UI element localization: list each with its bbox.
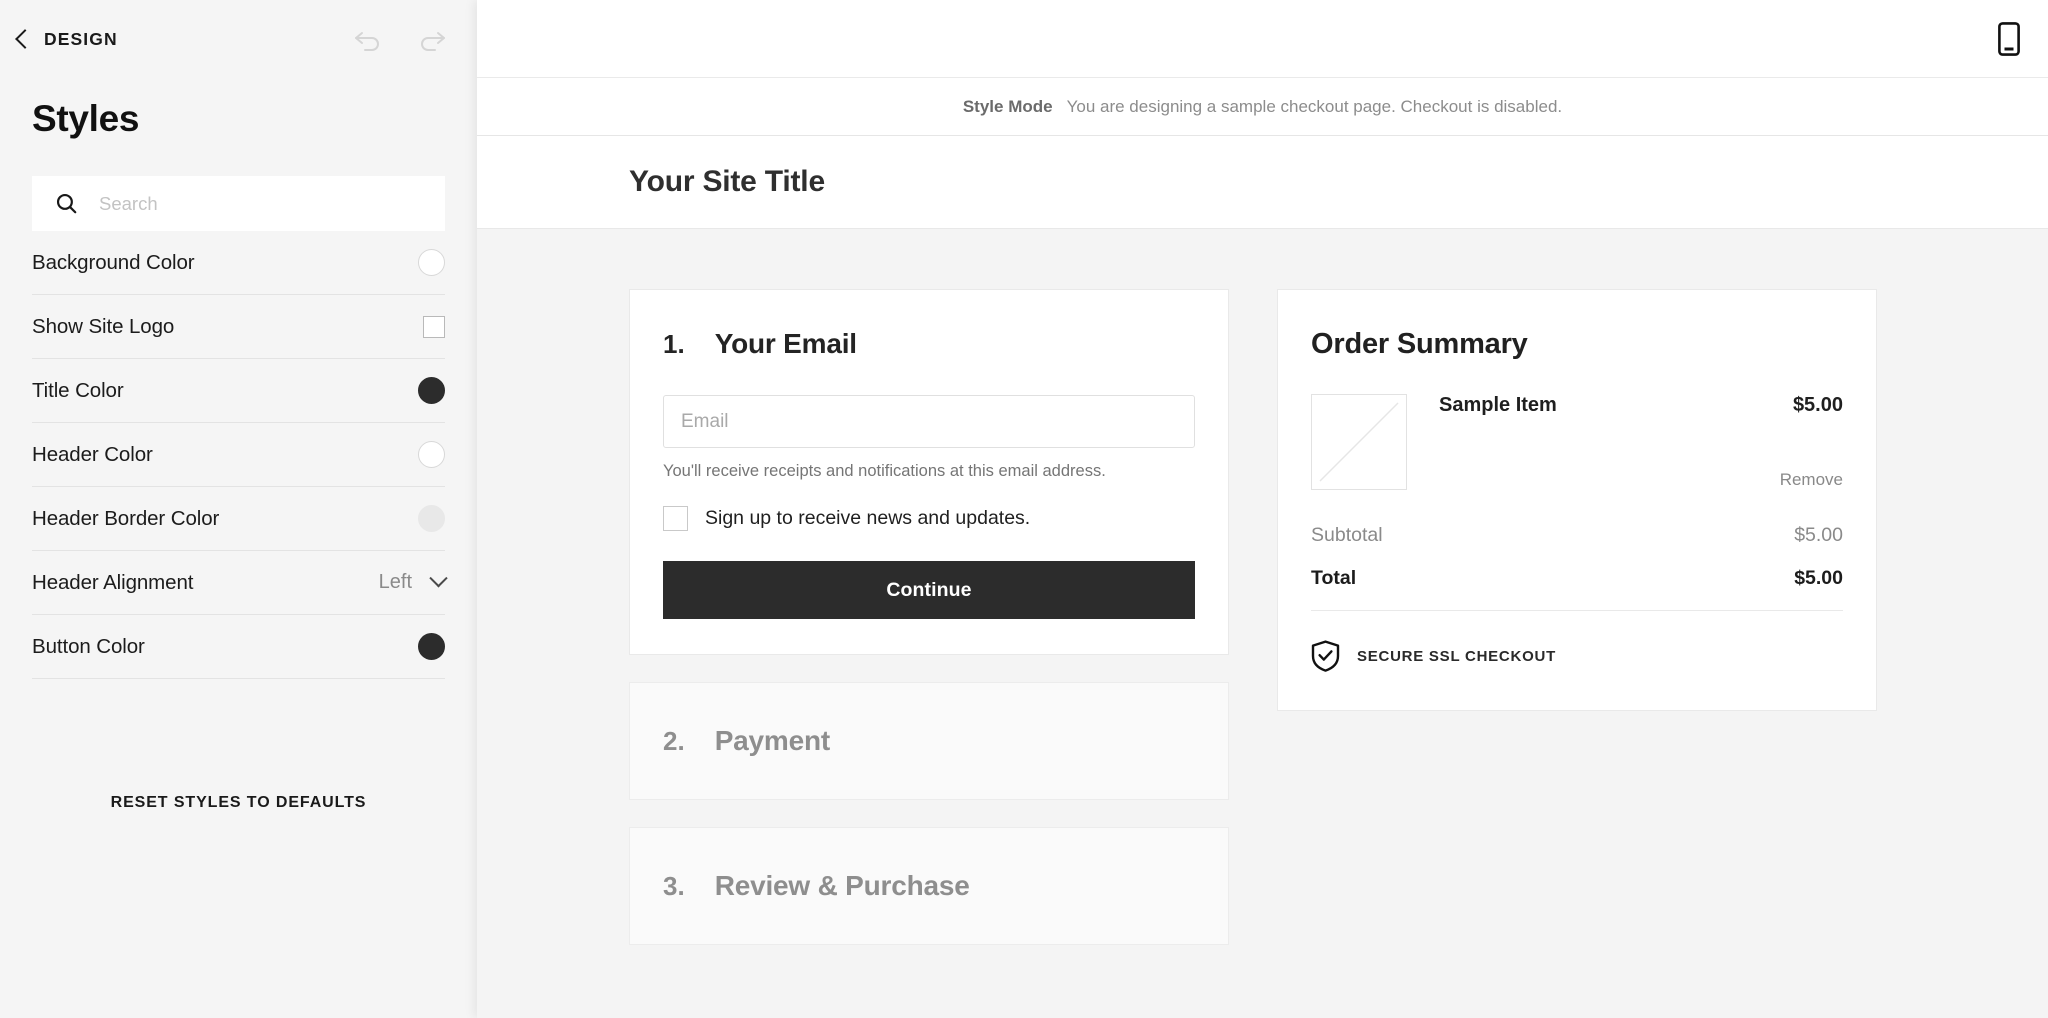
checkout-preview-panel: Style Mode You are designing a sample ch… (477, 0, 2048, 1018)
style-row-header-border-color[interactable]: Header Border Color (32, 487, 445, 551)
total-row: Total $5.00 (1311, 567, 1843, 590)
style-label: Show Site Logo (32, 314, 175, 338)
chevron-left-icon (15, 29, 35, 49)
step-header: 2. Payment (663, 725, 1195, 757)
preview-site-header: Your Site Title (477, 136, 2048, 229)
sidebar-topbar: DESIGN (0, 0, 477, 78)
order-item-name: Sample Item (1439, 394, 1557, 416)
subtotal-row: Subtotal $5.00 (1311, 524, 1843, 547)
search-input[interactable] (99, 176, 445, 231)
redo-icon (421, 32, 445, 51)
styles-list: Background Color Show Site Logo Title Co… (32, 231, 448, 679)
style-row-title-color[interactable]: Title Color (32, 359, 445, 423)
search-box[interactable] (32, 176, 445, 231)
style-mode-label: Style Mode (962, 96, 1053, 116)
step-title: Review & Purchase (714, 870, 970, 901)
style-label: Header Alignment (32, 570, 194, 594)
order-item-actions: $5.00 Remove (1780, 394, 1843, 490)
order-totals: Subtotal $5.00 Total $5.00 (1311, 524, 1843, 590)
email-input[interactable] (663, 395, 1195, 448)
checkout-steps-column: 1. Your Email You'll receive receipts an… (629, 289, 1229, 945)
color-swatch-header-color[interactable] (418, 441, 445, 468)
step-title: Your Email (714, 328, 857, 359)
chevron-down-icon (429, 569, 448, 588)
checkout-step-review-purchase[interactable]: 3. Review & Purchase (629, 827, 1229, 945)
style-row-header-color[interactable]: Header Color (32, 423, 445, 487)
order-summary-card: Order Summary Sample Item $5.00 Remove S… (1277, 289, 1877, 711)
divider (1311, 610, 1843, 611)
checkout-step-payment[interactable]: 2. Payment (629, 682, 1229, 800)
search-icon (56, 193, 77, 214)
page-title: Styles (32, 98, 140, 139)
checkout-body: 1. Your Email You'll receive receipts an… (477, 229, 2048, 1018)
remove-item-button[interactable]: Remove (1780, 470, 1843, 490)
order-summary-column: Order Summary Sample Item $5.00 Remove S… (1277, 289, 1877, 711)
reset-styles-area: RESET STYLES TO DEFAULTS (0, 794, 477, 812)
secure-checkout-badge: SECURE SSL CHECKOUT (1311, 640, 1843, 672)
checkbox-show-site-logo[interactable] (423, 315, 445, 338)
style-row-show-site-logo[interactable]: Show Site Logo (32, 295, 445, 359)
style-control (423, 315, 445, 338)
order-summary-title: Order Summary (1311, 328, 1528, 360)
site-title: Your Site Title (629, 165, 825, 198)
style-label: Background Color (32, 250, 195, 274)
image-placeholder-icon (1311, 394, 1407, 490)
subtotal-value: $5.00 (1794, 524, 1843, 546)
style-label: Button Color (32, 634, 145, 658)
secure-checkout-text: SECURE SSL CHECKOUT (1357, 647, 1556, 665)
style-row-background-color[interactable]: Background Color (32, 231, 445, 295)
style-control (418, 633, 445, 660)
style-control[interactable]: Left (378, 569, 448, 594)
step-header: 1. Your Email (663, 328, 1195, 360)
step-number: 3. (663, 871, 685, 901)
redo-button[interactable] (415, 22, 449, 56)
undo-icon (355, 32, 379, 51)
preview-toolbar (477, 0, 2048, 78)
subtotal-label: Subtotal (1311, 524, 1383, 546)
style-control (418, 249, 445, 276)
back-to-design-button[interactable]: DESIGN (15, 28, 118, 50)
history-actions (351, 22, 449, 56)
order-item-price: $5.00 (1792, 394, 1843, 416)
step-number: 2. (663, 726, 685, 756)
newsletter-label: Sign up to receive news and updates. (705, 507, 1031, 529)
step-header: 3. Review & Purchase (663, 870, 1195, 902)
email-helper-text: You'll receive receipts and notification… (663, 462, 1106, 480)
color-swatch-button-color[interactable] (418, 633, 445, 660)
undo-button[interactable] (351, 22, 385, 56)
order-item-row: Sample Item $5.00 Remove (1311, 394, 1843, 490)
newsletter-signup-row[interactable]: Sign up to receive news and updates. (663, 506, 1195, 531)
style-label: Header Border Color (32, 506, 220, 530)
header-alignment-value: Left (378, 571, 412, 593)
color-swatch-title-color[interactable] (418, 377, 445, 404)
mobile-preview-button[interactable] (1998, 21, 2020, 56)
order-item-details: Sample Item (1439, 394, 1748, 490)
design-editor-app: DESIGN Styles Search Background Color Sh… (0, 0, 2048, 1018)
step-number: 1. (663, 329, 685, 359)
step-title: Payment (714, 725, 831, 756)
total-value: $5.00 (1794, 567, 1843, 589)
color-swatch-header-border-color[interactable] (418, 505, 445, 532)
style-control (418, 441, 445, 468)
style-mode-banner: Style Mode You are designing a sample ch… (477, 78, 2048, 136)
shield-check-icon (1311, 640, 1340, 672)
style-control (418, 377, 445, 404)
style-mode-message: You are designing a sample checkout page… (1066, 96, 1563, 116)
mobile-device-icon (1998, 21, 2020, 56)
back-button-label: DESIGN (44, 28, 118, 49)
style-label: Title Color (32, 378, 124, 402)
style-row-button-color[interactable]: Button Color (32, 615, 445, 679)
style-label: Header Color (32, 442, 153, 466)
continue-button[interactable]: Continue (663, 561, 1195, 619)
style-control (418, 505, 445, 532)
style-row-header-alignment[interactable]: Header Alignment Left (32, 551, 448, 615)
newsletter-checkbox[interactable] (663, 506, 688, 531)
checkout-step-your-email[interactable]: 1. Your Email You'll receive receipts an… (629, 289, 1229, 655)
reset-styles-button[interactable]: RESET STYLES TO DEFAULTS (111, 794, 367, 812)
total-label: Total (1311, 567, 1357, 589)
color-swatch-background-color[interactable] (418, 249, 445, 276)
styles-sidebar: DESIGN Styles Search Background Color Sh… (0, 0, 477, 1018)
